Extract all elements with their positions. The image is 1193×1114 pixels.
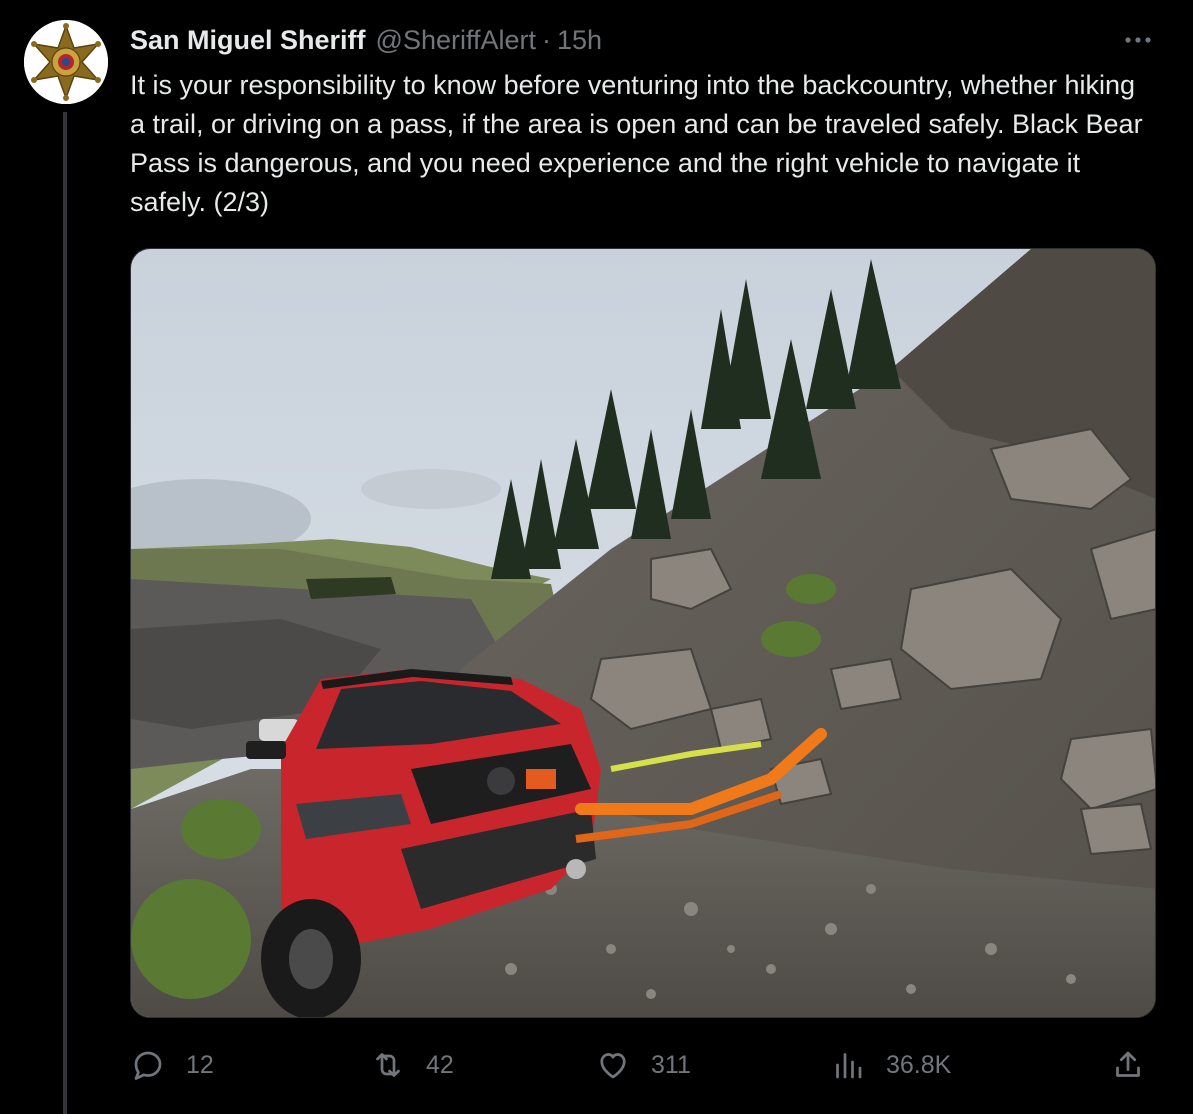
tweet[interactable]: San Miguel Sheriff @SheriffAlert · 15h I… <box>0 0 1193 1114</box>
reply-button[interactable]: 12 <box>130 1040 214 1090</box>
author-handle[interactable]: @SheriffAlert <box>376 25 536 56</box>
photo-illustration <box>131 249 1155 1017</box>
like-count: 311 <box>651 1050 691 1079</box>
tweet-actions: 12 42 311 36.8K <box>130 1040 1156 1090</box>
tweet-header: San Miguel Sheriff @SheriffAlert · 15h <box>130 22 602 58</box>
tweet-photo[interactable] <box>130 248 1156 1018</box>
repost-arrows-icon <box>376 1053 400 1077</box>
author-avatar[interactable] <box>24 20 108 104</box>
share-upload-icon <box>1116 1051 1140 1077</box>
more-options-button[interactable] <box>1120 30 1160 50</box>
reply-bubble-icon <box>134 1051 162 1080</box>
reply-count: 12 <box>186 1050 214 1079</box>
repost-count: 42 <box>426 1050 454 1079</box>
tweet-time[interactable]: 15h <box>557 25 602 56</box>
more-dots-icon <box>1125 37 1151 43</box>
like-button[interactable]: 311 <box>595 1040 691 1090</box>
author-name[interactable]: San Miguel Sheriff <box>130 25 366 56</box>
thread-line <box>63 112 67 1114</box>
repost-button[interactable]: 42 <box>370 1040 454 1090</box>
header-separator: · <box>542 24 552 55</box>
views-button[interactable]: 36.8K <box>830 1040 951 1090</box>
tweet-text: It is your responsibility to know before… <box>130 70 1143 217</box>
share-button[interactable] <box>1110 1040 1146 1090</box>
heart-icon <box>600 1053 626 1079</box>
views-count: 36.8K <box>886 1050 952 1079</box>
sheriff-star-badge-icon <box>24 20 108 104</box>
bar-chart-icon <box>836 1053 862 1079</box>
